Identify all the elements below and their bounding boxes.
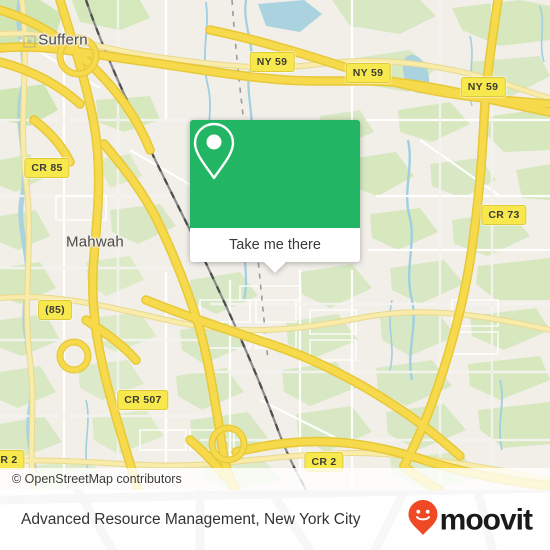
moovit-smiley-pin-icon — [408, 500, 438, 541]
road-shield-ny59-east[interactable]: NY 59 — [460, 77, 506, 97]
location-popup-card[interactable]: Take me there — [190, 120, 360, 273]
map-screenshot: Suffern Mahwah NY 59 NY 59 NY 59 CR 85 C… — [0, 0, 550, 550]
road-shield-cr2-west[interactable]: CR 2 — [0, 450, 25, 470]
place-label-suffern: Suffern — [38, 31, 88, 49]
moovit-wordmark: moovit — [439, 503, 533, 536]
take-me-there-button[interactable]: Take me there — [190, 228, 360, 262]
take-me-there-label: Take me there — [229, 237, 321, 253]
map-attribution[interactable]: © OpenStreetMap contributors — [0, 468, 550, 490]
road-shield-cr507[interactable]: CR 507 — [117, 390, 169, 410]
map-canvas[interactable]: Suffern Mahwah NY 59 NY 59 NY 59 CR 85 C… — [0, 0, 550, 490]
place-label-mahwah: Mahwah — [66, 233, 124, 251]
road-shield-cr73[interactable]: CR 73 — [481, 205, 527, 225]
road-shield-cr85[interactable]: CR 85 — [24, 158, 70, 178]
popup-header — [190, 120, 360, 228]
footer-bar: Advanced Resource Management, New York C… — [0, 490, 550, 550]
road-shield-85[interactable]: (85) — [38, 300, 72, 320]
location-title: Advanced Resource Management, New York C… — [21, 511, 361, 528]
moovit-brand-logo[interactable]: moovit — [408, 500, 533, 541]
road-shield-ny59-mid[interactable]: NY 59 — [345, 63, 391, 83]
attribution-text: © OpenStreetMap contributors — [12, 472, 182, 486]
popup-tail — [264, 262, 286, 273]
road-shield-ny59-west[interactable]: NY 59 — [249, 52, 295, 72]
